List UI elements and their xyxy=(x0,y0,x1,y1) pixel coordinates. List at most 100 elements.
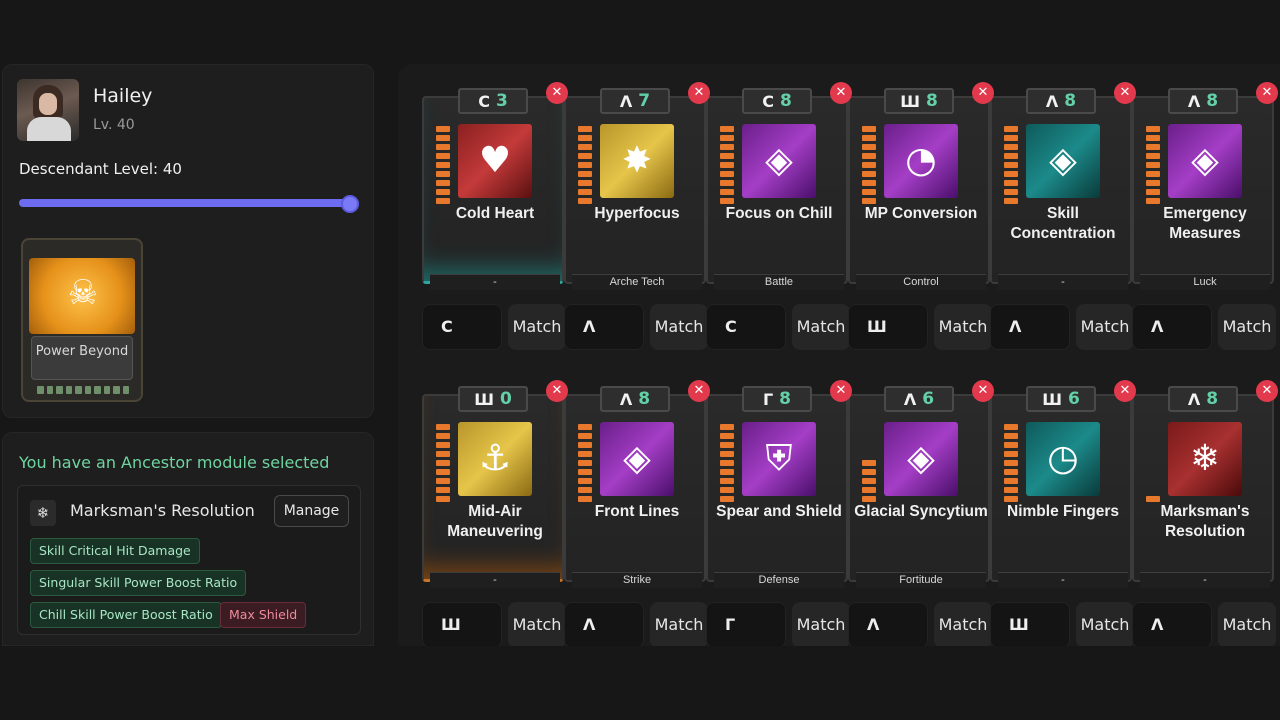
polarity-icon: Г xyxy=(762,389,774,409)
skin-card[interactable]: ☠ Power Beyond xyxy=(21,238,143,402)
ancestor-title: You have an Ancestor module selected xyxy=(19,453,330,472)
module-cost-badge: Ш0 xyxy=(458,386,528,412)
diamond-icon: ◈ xyxy=(742,124,816,198)
slot-row: Λ Match xyxy=(564,304,708,350)
match-button[interactable]: Match xyxy=(1076,304,1134,350)
module-socket-type: - xyxy=(430,274,560,290)
manage-button[interactable]: Manage xyxy=(274,495,349,527)
match-button[interactable]: Match xyxy=(650,602,708,648)
remove-module-button[interactable]: ✕ xyxy=(1114,82,1136,104)
module-card-body: ◈ Focus on Chill Battle xyxy=(706,96,848,290)
module-card[interactable]: ⚓ Mid-Air Maneuvering - Ш 0 ✕ xyxy=(422,380,568,588)
bottom-bar xyxy=(0,646,1280,720)
module-socket-type: - xyxy=(1140,572,1270,588)
module-card[interactable]: ◈ Skill Concentration - Λ 8 ✕ xyxy=(990,82,1136,290)
module-card[interactable]: ◈ Glacial Syncytium Fortitude Λ 6 ✕ xyxy=(848,380,994,588)
timer-icon: ◷ xyxy=(1026,422,1100,496)
remove-module-button[interactable]: ✕ xyxy=(546,82,568,104)
module-cost: 8 xyxy=(1064,91,1077,111)
module-cost: 8 xyxy=(779,91,792,111)
match-button[interactable]: Match xyxy=(1218,304,1276,350)
module-card[interactable]: ◈ Emergency Measures Luck Λ 8 ✕ xyxy=(1132,82,1278,290)
slot-polarity-icon[interactable]: Ш xyxy=(422,602,502,648)
capacity-bars xyxy=(436,424,450,502)
module-cost-badge: Λ7 xyxy=(600,88,670,114)
module-name: Marksman's Resolution xyxy=(1160,503,1250,540)
slot-polarity-icon[interactable]: Λ xyxy=(1132,602,1212,648)
module-card-body: ◷ Nimble Fingers - xyxy=(990,394,1132,588)
capacity-bars xyxy=(1146,126,1160,204)
match-button[interactable]: Match xyxy=(508,602,566,648)
module-cost: 6 xyxy=(922,389,935,409)
match-button[interactable]: Match xyxy=(508,304,566,350)
module-card[interactable]: ◷ Nimble Fingers - Ш 6 ✕ xyxy=(990,380,1136,588)
match-button[interactable]: Match xyxy=(934,602,992,648)
module-card[interactable]: ✸ Hyperfocus Arche Tech Λ 7 ✕ xyxy=(564,82,710,290)
descendant-level-slider-handle[interactable] xyxy=(341,195,359,213)
slot-polarity-icon[interactable]: Λ xyxy=(1132,304,1212,350)
module-card[interactable]: ◈ Front Lines Strike Λ 8 ✕ xyxy=(564,380,710,588)
remove-module-button[interactable]: ✕ xyxy=(972,82,994,104)
module-card[interactable]: ❄ Marksman's Resolution - Λ 8 ✕ xyxy=(1132,380,1278,588)
remove-module-button[interactable]: ✕ xyxy=(972,380,994,402)
module-name: Skill Concentration xyxy=(1010,205,1116,242)
slot-row: Λ Match xyxy=(990,304,1134,350)
slot-polarity-icon[interactable]: Ш xyxy=(990,602,1070,648)
module-cost: 3 xyxy=(495,91,508,111)
diamond-icon: ◈ xyxy=(1026,124,1100,198)
slot-polarity-icon[interactable]: Г xyxy=(706,602,786,648)
module-card[interactable]: ◔ MP Conversion Control Ш 8 ✕ xyxy=(848,82,994,290)
module-card-body: ◈ Emergency Measures Luck xyxy=(1132,96,1274,290)
capacity-bars xyxy=(720,424,734,502)
module-name: Focus on Chill xyxy=(725,205,833,222)
slot-polarity-icon[interactable]: Λ xyxy=(564,602,644,648)
module-card[interactable]: ⛨ Spear and Shield Defense Г 8 ✕ xyxy=(706,380,852,588)
slot-row: Λ Match xyxy=(564,602,708,648)
capacity-bars xyxy=(436,126,450,204)
slot-row: C Match xyxy=(422,304,566,350)
match-button[interactable]: Match xyxy=(934,304,992,350)
module-card[interactable]: ♥ Cold Heart - C 3 ✕ xyxy=(422,82,568,290)
slot-polarity-icon[interactable]: Ш xyxy=(848,304,928,350)
slot-polarity-icon[interactable]: C xyxy=(706,304,786,350)
module-card-body: ◈ Front Lines Strike xyxy=(564,394,706,588)
module-socket-type: Defense xyxy=(714,572,844,588)
slot-polarity-icon[interactable]: Λ xyxy=(990,304,1070,350)
tag-positive: Singular Skill Power Boost Ratio xyxy=(30,570,247,596)
ancestor-module-box: ❄ Marksman's Resolution Manage Skill Cri… xyxy=(17,485,361,635)
module-card-body: ⛨ Spear and Shield Defense xyxy=(706,394,848,588)
match-button[interactable]: Match xyxy=(792,304,850,350)
diamond-icon: ◈ xyxy=(600,422,674,496)
module-name: Nimble Fingers xyxy=(1007,503,1119,520)
module-card[interactable]: ◈ Focus on Chill Battle C 8 ✕ xyxy=(706,82,852,290)
slot-polarity-icon[interactable]: Λ xyxy=(564,304,644,350)
slot-polarity-icon[interactable]: C xyxy=(422,304,502,350)
module-cost-badge: Λ8 xyxy=(600,386,670,412)
avatar[interactable] xyxy=(17,79,79,141)
diamond-icon: ◈ xyxy=(884,422,958,496)
polarity-icon: Λ xyxy=(903,389,917,409)
remove-module-button[interactable]: ✕ xyxy=(1256,380,1278,402)
burst-icon: ✸ xyxy=(600,124,674,198)
shield-icon: ⛨ xyxy=(742,422,816,496)
match-button[interactable]: Match xyxy=(650,304,708,350)
remove-module-button[interactable]: ✕ xyxy=(1256,82,1278,104)
module-cost-badge: Г8 xyxy=(742,386,812,412)
remove-module-button[interactable]: ✕ xyxy=(546,380,568,402)
slot-polarity-icon[interactable]: Λ xyxy=(848,602,928,648)
module-name: MP Conversion xyxy=(864,205,978,222)
remove-module-button[interactable]: ✕ xyxy=(1114,380,1136,402)
remove-module-button[interactable]: ✕ xyxy=(830,380,852,402)
polarity-icon: Λ xyxy=(1045,91,1059,111)
remove-module-button[interactable]: ✕ xyxy=(688,380,710,402)
match-button[interactable]: Match xyxy=(792,602,850,648)
module-socket-type: - xyxy=(430,572,560,588)
remove-module-button[interactable]: ✕ xyxy=(688,82,710,104)
match-button[interactable]: Match xyxy=(1076,602,1134,648)
module-card-body: ❄ Marksman's Resolution - xyxy=(1132,394,1274,588)
descendant-level-slider[interactable] xyxy=(19,199,359,207)
remove-module-button[interactable]: ✕ xyxy=(830,82,852,104)
module-card-body: ♥ Cold Heart - xyxy=(422,96,564,290)
match-button[interactable]: Match xyxy=(1218,602,1276,648)
capacity-bars xyxy=(1004,126,1018,204)
